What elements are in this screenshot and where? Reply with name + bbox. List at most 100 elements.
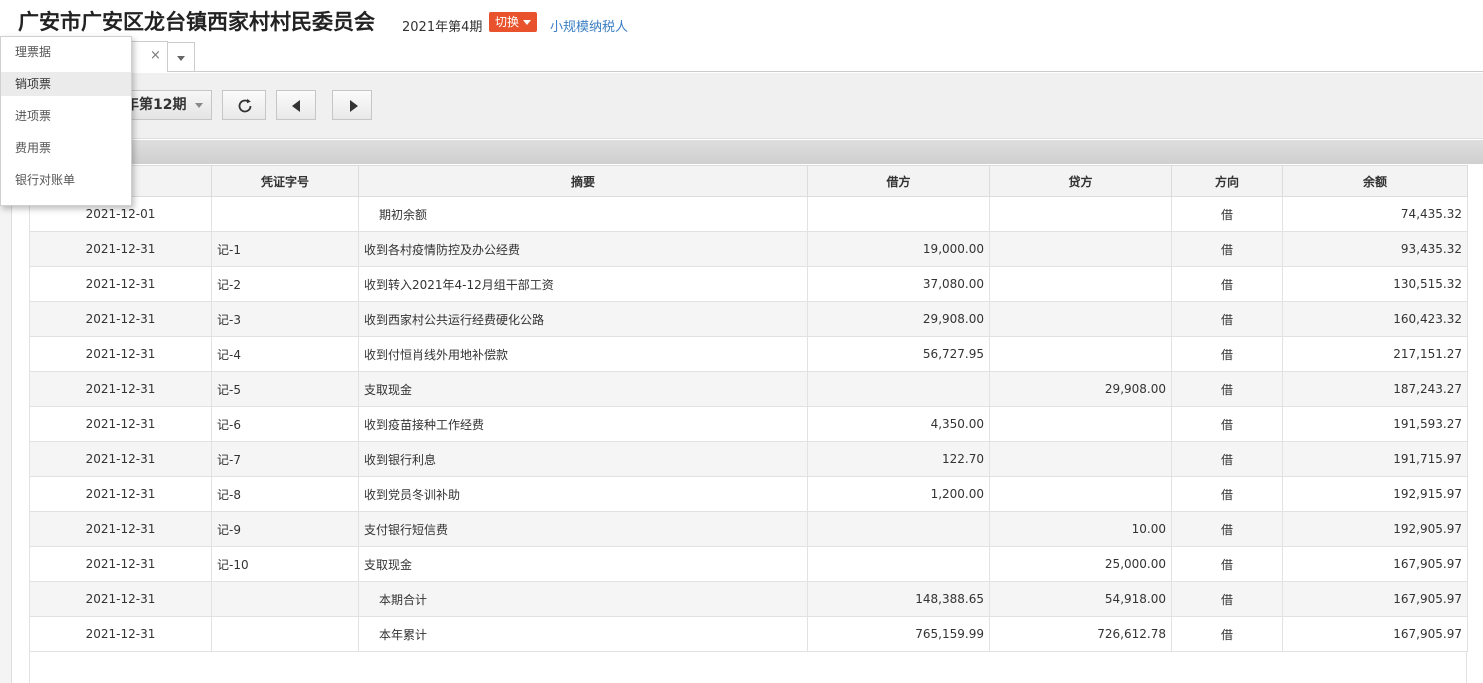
column-header: 摘要 xyxy=(358,165,808,197)
date-cell: 2021-12-31 xyxy=(29,511,212,547)
chevron-down-icon xyxy=(523,20,532,25)
summary-cell: 期初余额 xyxy=(358,196,808,232)
direction-cell: 借 xyxy=(1171,441,1283,477)
voucher-cell xyxy=(211,616,359,652)
summary-cell: 收到西家村公共运行经费硬化公路 xyxy=(358,301,808,337)
menu-item[interactable]: 费用票 xyxy=(1,136,131,160)
column-header: 贷方 xyxy=(989,165,1172,197)
balance-cell: 217,151.27 xyxy=(1282,336,1468,372)
table-header-row: 凭证字号 摘要 借方 贷方 方向 余额 xyxy=(29,165,1468,197)
previous-period-button[interactable] xyxy=(276,90,316,120)
table-row[interactable]: 2021-12-31 记-2 收到转入2021年4-12月组干部工资 37,080.0… xyxy=(29,266,1468,302)
date-cell: 2021-12-31 xyxy=(29,231,212,267)
voucher-cell xyxy=(211,581,359,617)
current-period: 2021年第4期 xyxy=(402,20,483,35)
balance-cell: 167,905.97 xyxy=(1282,546,1468,582)
credit-cell xyxy=(989,301,1172,337)
summary-cell: 收到疫苗接种工作经费 xyxy=(358,406,808,442)
date-cell: 2021-12-31 xyxy=(29,266,212,302)
credit-cell xyxy=(989,336,1172,372)
balance-cell: 167,905.97 xyxy=(1282,581,1468,617)
balance-cell: 160,423.32 xyxy=(1282,301,1468,337)
table-row[interactable]: 2021-12-31 记-5 支取现金 29,908.00 借 187,243.27 xyxy=(29,371,1468,407)
table-row[interactable]: 2021-12-31 记-6 收到疫苗接种工作经费 4,350.00 借 191,593.… xyxy=(29,406,1468,442)
column-header: 凭证字号 xyxy=(211,165,359,197)
table-row[interactable]: 2021-12-31 记-4 收到付恒肖线外用地补偿款 56,727.95 借 217,1… xyxy=(29,336,1468,372)
balance-cell: 191,593.27 xyxy=(1282,406,1468,442)
credit-cell xyxy=(989,441,1172,477)
table-row[interactable]: 2021-12-31 本期合计 148,388.65 54,918.00 借 167,90… xyxy=(29,581,1468,617)
credit-cell xyxy=(989,406,1172,442)
refresh-button[interactable] xyxy=(222,90,266,120)
direction-cell: 借 xyxy=(1171,546,1283,582)
balance-cell: 167,905.97 xyxy=(1282,616,1468,652)
voucher-cell: 记-5 xyxy=(211,371,359,407)
direction-cell: 借 xyxy=(1171,581,1283,617)
voucher-cell: 记-10 xyxy=(211,546,359,582)
triangle-left-icon xyxy=(292,100,300,112)
date-cell: 2021-12-31 xyxy=(29,476,212,512)
debit-cell: 56,727.95 xyxy=(807,336,990,372)
voucher-cell: 记-6 xyxy=(211,406,359,442)
left-strip xyxy=(0,164,12,683)
debit-cell: 29,908.00 xyxy=(807,301,990,337)
direction-cell: 借 xyxy=(1171,196,1283,232)
date-cell: 2021-12-31 xyxy=(29,336,212,372)
date-cell: 2021-12-31 xyxy=(29,371,212,407)
taxpayer-type-link[interactable]: 小规模纳税人 xyxy=(550,16,628,35)
period-select-value: 年第12期 xyxy=(125,97,187,113)
balance-cell: 191,715.97 xyxy=(1282,441,1468,477)
summary-cell: 收到各村疫情防控及办公经费 xyxy=(358,231,808,267)
direction-cell: 借 xyxy=(1171,406,1283,442)
credit-cell xyxy=(989,476,1172,512)
switch-period-button[interactable]: 切换 xyxy=(489,12,538,32)
section-band xyxy=(0,140,1483,164)
balance-cell: 192,915.97 xyxy=(1282,476,1468,512)
table-row[interactable]: 2021-12-31 本年累计 765,159.99 726,612.78 借 167,9… xyxy=(29,616,1468,652)
summary-cell: 本年累计 xyxy=(358,616,808,652)
voucher-cell: 记-3 xyxy=(211,301,359,337)
date-cell: 2021-12-31 xyxy=(29,581,212,617)
voucher-cell: 记-1 xyxy=(211,231,359,267)
table-row[interactable]: 2021-12-01 期初余额借 74,435.32 xyxy=(29,196,1468,232)
debit-cell: 148,388.65 xyxy=(807,581,990,617)
menu-item[interactable]: 进项票 xyxy=(1,104,131,128)
debit-cell: 122.70 xyxy=(807,441,990,477)
table-row[interactable]: 2021-12-31 记-9 支付银行短信费 10.00 借 192,905.97 xyxy=(29,511,1468,547)
debit-cell: 765,159.99 xyxy=(807,616,990,652)
close-icon[interactable]: × xyxy=(150,48,161,63)
debit-cell xyxy=(807,546,990,582)
switch-label: 切换 xyxy=(495,15,520,29)
table-empty-area xyxy=(29,651,1467,683)
balance-cell: 192,905.97 xyxy=(1282,511,1468,547)
direction-cell: 借 xyxy=(1171,231,1283,267)
table-row[interactable]: 2021-12-31 记-8 收到党员冬训补助 1,200.00 借 192,915.97 xyxy=(29,476,1468,512)
direction-cell: 借 xyxy=(1171,336,1283,372)
menu-item[interactable]: 银行对账单 xyxy=(1,168,131,192)
tab-more-dropdown[interactable] xyxy=(167,42,195,72)
direction-cell: 借 xyxy=(1171,616,1283,652)
ledger-table: 凭证字号 摘要 借方 贷方 方向 余额 2021-12-01 期初余额借 74,435.32 2… xyxy=(29,165,1468,652)
table-row[interactable]: 2021-12-31 记-7 收到银行利息 122.70 借 191,715.97 xyxy=(29,441,1468,477)
debit-cell: 19,000.00 xyxy=(807,231,990,267)
debit-cell: 4,350.00 xyxy=(807,406,990,442)
date-cell: 2021-12-31 xyxy=(29,406,212,442)
debit-cell: 37,080.00 xyxy=(807,266,990,302)
menu-item[interactable]: 理票据 xyxy=(1,40,131,64)
credit-cell: 726,612.78 xyxy=(989,616,1172,652)
refresh-icon xyxy=(238,98,252,113)
table-row[interactable]: 2021-12-31 记-1 收到各村疫情防控及办公经费 19,000.00 借 93,4… xyxy=(29,231,1468,267)
credit-cell xyxy=(989,196,1172,232)
summary-cell: 收到党员冬训补助 xyxy=(358,476,808,512)
summary-cell: 收到付恒肖线外用地补偿款 xyxy=(358,336,808,372)
summary-cell: 收到银行利息 xyxy=(358,441,808,477)
chevron-down-icon xyxy=(195,103,203,108)
next-period-button[interactable] xyxy=(332,90,372,120)
date-cell: 2021-12-31 xyxy=(29,546,212,582)
table-row[interactable]: 2021-12-31 记-3 收到西家村公共运行经费硬化公路 29,908.00 借 16… xyxy=(29,301,1468,337)
balance-cell: 74,435.32 xyxy=(1282,196,1468,232)
table-row[interactable]: 2021-12-31 记-10 支取现金 25,000.00 借 167,905.97 xyxy=(29,546,1468,582)
balance-cell: 93,435.32 xyxy=(1282,231,1468,267)
voucher-cell: 记-8 xyxy=(211,476,359,512)
menu-item[interactable]: 销项票 xyxy=(1,72,131,96)
